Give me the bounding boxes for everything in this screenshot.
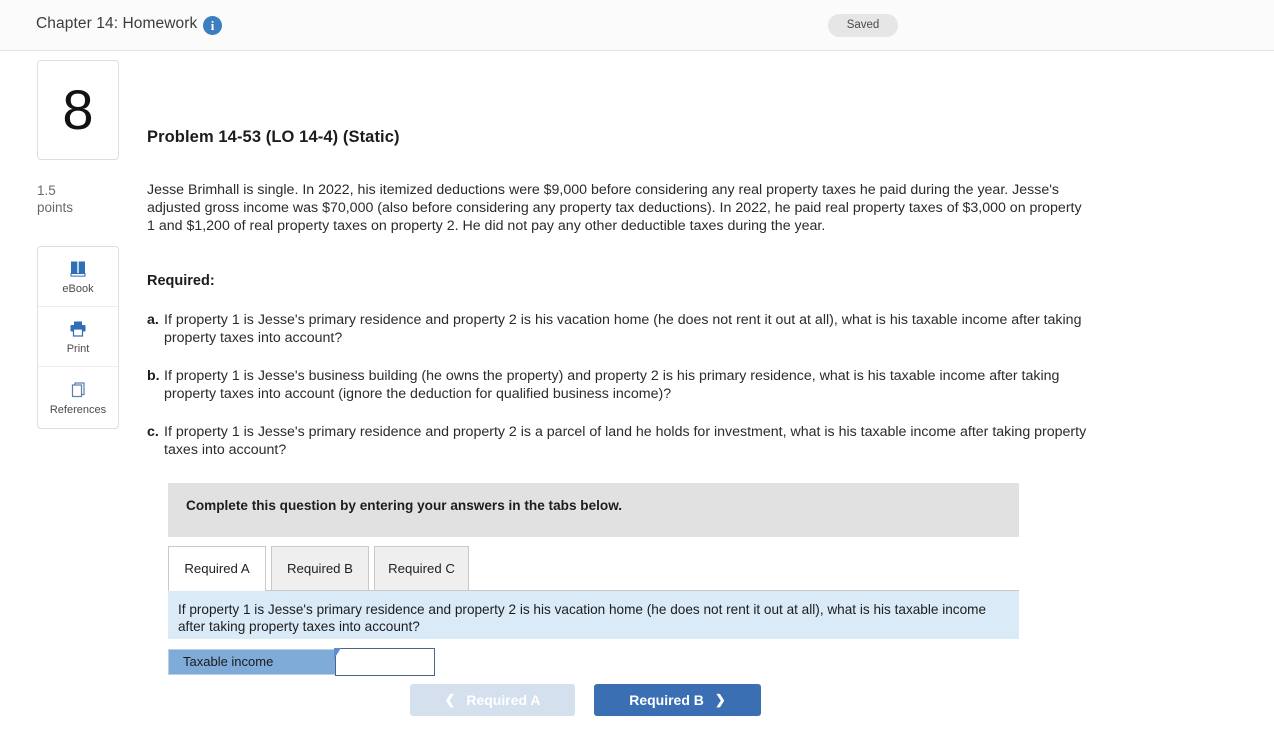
problem-body-text: Jesse Brimhall is single. In 2022, his i…	[147, 182, 1082, 235]
tab-required-a[interactable]: Required A	[168, 546, 266, 592]
answer-tabs: Required A Required B Required C	[168, 546, 1019, 592]
required-item-c: c. If property 1 is Jesse's primary resi…	[147, 423, 1092, 459]
tab-required-b[interactable]: Required B	[271, 546, 369, 591]
answer-input-wrapper	[334, 648, 435, 676]
required-item-text: If property 1 is Jesse's business buildi…	[164, 368, 1060, 403]
answer-row-label: Taxable income	[169, 650, 335, 674]
tool-print[interactable]: Print	[38, 307, 118, 367]
points-value: 1.5	[37, 183, 56, 198]
required-heading: Required:	[147, 273, 215, 289]
info-icon[interactable]: i	[203, 16, 222, 35]
tools-panel: eBook Print References	[37, 246, 119, 429]
printer-icon	[68, 318, 88, 340]
tool-ebook[interactable]: eBook	[38, 247, 118, 307]
tool-label: References	[49, 403, 107, 416]
problem-title: Problem 14-53 (LO 14-4) (Static)	[147, 128, 400, 146]
status-badge: Saved	[828, 14, 898, 37]
points-block: 1.5 points	[37, 182, 119, 216]
required-item-text: If property 1 is Jesse's primary residen…	[164, 424, 1087, 459]
next-required-button[interactable]: Required B ❯	[594, 684, 761, 716]
required-item-text: If property 1 is Jesse's primary residen…	[164, 312, 1082, 347]
instruction-text: Complete this question by entering your …	[186, 498, 623, 513]
prev-required-button[interactable]: ❮ Required A	[410, 684, 575, 716]
taxable-income-input[interactable]	[335, 648, 435, 676]
required-item-b: b. If property 1 is Jesse's business bui…	[147, 367, 1092, 403]
required-item-marker: b.	[147, 368, 160, 384]
required-item-marker: c.	[147, 424, 159, 440]
prev-button-label: Required A	[466, 692, 541, 708]
top-header-bar: Chapter 14: Homework i Saved	[0, 0, 1274, 51]
question-number: 8	[62, 78, 94, 141]
required-item-marker: a.	[147, 312, 159, 328]
question-number-box: 8	[37, 60, 119, 160]
active-question-banner: If property 1 is Jesse's primary residen…	[168, 591, 1019, 639]
tool-references[interactable]: References	[38, 367, 118, 427]
answer-row: Taxable income	[168, 648, 435, 676]
chevron-left-icon: ❮	[444, 692, 456, 707]
copy-pages-icon	[68, 379, 88, 401]
tab-required-c[interactable]: Required C	[374, 546, 469, 591]
book-icon	[68, 258, 88, 280]
next-button-label: Required B	[629, 692, 704, 708]
tool-label: Print	[66, 343, 90, 355]
required-item-a: a. If property 1 is Jesse's primary resi…	[147, 311, 1092, 347]
active-question-text: If property 1 is Jesse's primary residen…	[178, 602, 987, 634]
tool-label: eBook	[62, 283, 94, 295]
points-label: points	[37, 200, 74, 215]
instruction-banner: Complete this question by entering your …	[168, 483, 1019, 537]
page-title: Chapter 14: Homework	[36, 15, 198, 32]
chevron-right-icon: ❯	[714, 692, 726, 707]
